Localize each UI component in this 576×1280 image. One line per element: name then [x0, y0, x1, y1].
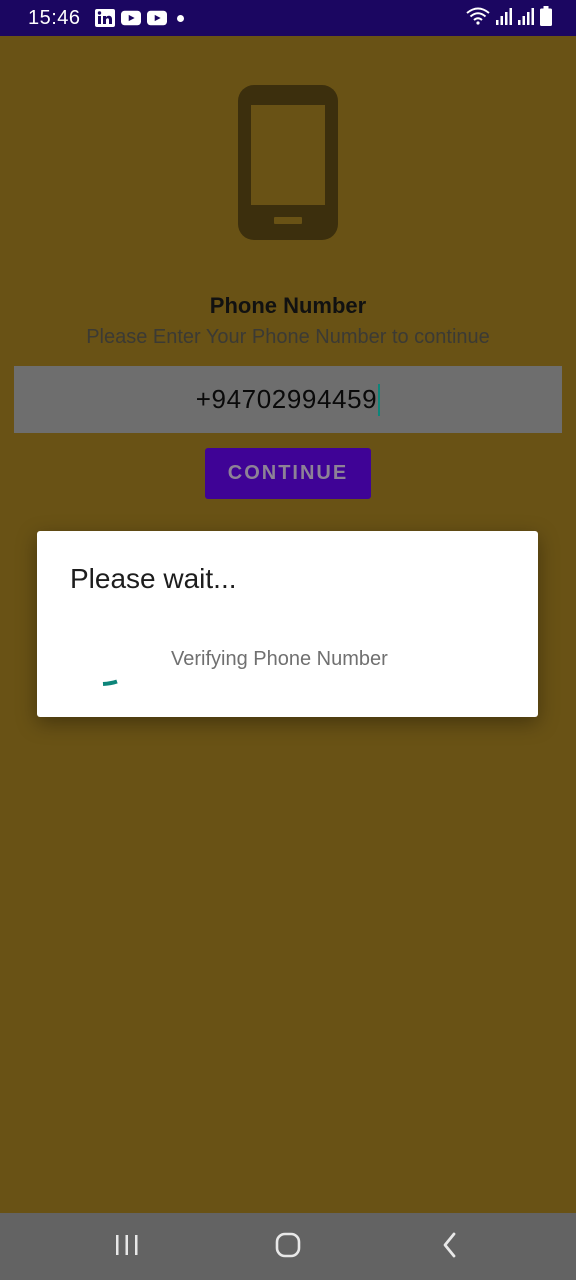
more-notifications-dot [176, 14, 184, 22]
back-icon [440, 1231, 460, 1264]
progress-dialog: Please wait... Verifying Phone Number [37, 531, 538, 717]
phone-icon [238, 85, 338, 240]
dialog-title: Please wait... [70, 563, 237, 594]
signal-icon [496, 7, 512, 30]
recents-icon [114, 1233, 140, 1262]
page-subtitle: Please Enter Your Phone Number to contin… [86, 326, 490, 348]
loading-spinner-icon [97, 667, 123, 693]
home-button[interactable] [268, 1229, 308, 1265]
wifi-icon [466, 7, 490, 30]
signal-icon [518, 7, 534, 30]
home-icon [274, 1231, 302, 1264]
phone-number-input[interactable]: +94702994459 [14, 366, 562, 433]
phone-number-value: +94702994459 [195, 384, 378, 414]
text-cursor [378, 383, 381, 416]
page-title: Phone Number [209, 293, 367, 318]
continue-button[interactable]: CONTINUE [205, 448, 371, 499]
youtube-icon [146, 9, 167, 27]
status-right-icons [466, 5, 552, 31]
recents-button[interactable] [107, 1229, 147, 1265]
navigation-bar [0, 1213, 576, 1280]
youtube-icon [120, 9, 141, 27]
status-time: 15:46 [28, 6, 81, 29]
back-button[interactable] [430, 1229, 470, 1265]
status-bar: 15:46 [0, 0, 576, 36]
dialog-message: Verifying Phone Number [171, 648, 388, 670]
battery-icon [540, 5, 552, 31]
linkedin-icon [94, 9, 115, 27]
